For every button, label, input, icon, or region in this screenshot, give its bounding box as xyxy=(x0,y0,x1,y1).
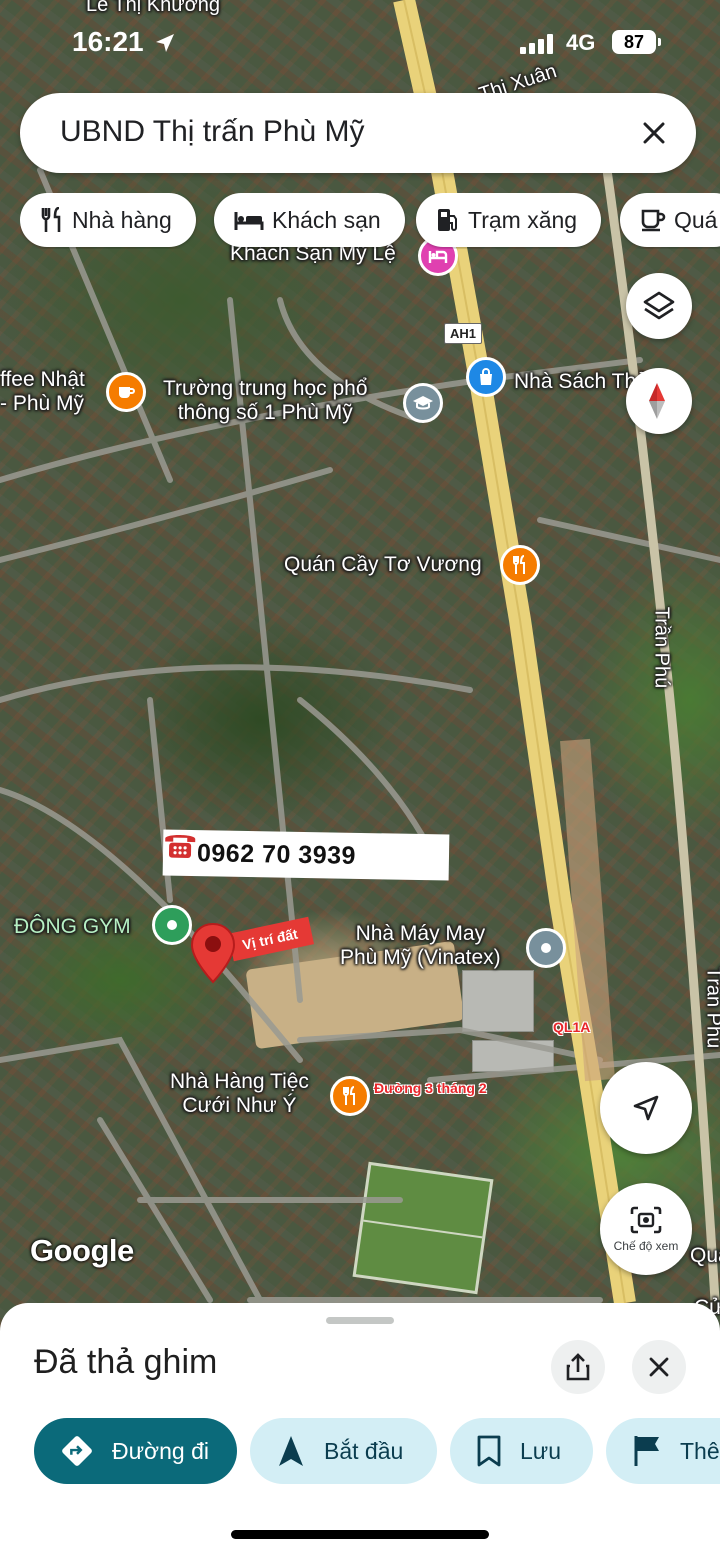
coffee-icon xyxy=(641,209,666,232)
place-label-factory: Nhà Máy May Phù Mỹ (Vinatex) xyxy=(340,922,501,970)
road-shield-ah1: AH1 xyxy=(444,323,483,344)
close-icon[interactable] xyxy=(636,115,672,151)
bottom-sheet: Đã thả ghim Đường đi Bắt đầu Lưu Thê xyxy=(0,1303,720,1554)
coffee-marker-icon[interactable] xyxy=(106,372,146,412)
place-label-coffee: ffee Nhật - Phù Mỹ xyxy=(0,368,85,416)
school-label-line: Trường trung học phổ xyxy=(163,377,368,400)
chip-hotels[interactable]: Khách sạn xyxy=(214,193,405,247)
location-arrow-icon xyxy=(154,32,176,59)
label-button[interactable]: Thê xyxy=(606,1418,720,1484)
coffee-label-line: - Phù Mỹ xyxy=(0,392,85,416)
status-bar: 16:21 4G 87 xyxy=(0,24,720,64)
chip-restaurants[interactable]: Nhà hàng xyxy=(20,193,196,247)
search-query[interactable]: UBND Thị trấn Phù Mỹ xyxy=(60,115,365,149)
search-bar[interactable]: UBND Thị trấn Phù Mỹ xyxy=(20,93,696,173)
coffee-label-line: ffee Nhật xyxy=(0,368,85,391)
flag-icon xyxy=(634,1436,659,1466)
place-label-school: Trường trung học phổ thông số 1 Phù Mỹ xyxy=(163,377,368,425)
factory-marker-icon[interactable] xyxy=(526,928,566,968)
restaurant-marker-icon[interactable] xyxy=(500,545,540,585)
action-label: Bắt đầu xyxy=(324,1437,404,1464)
chip-label: Quá xyxy=(674,206,718,233)
gas-station-icon xyxy=(438,209,457,231)
network-type: 4G xyxy=(566,30,596,55)
place-label-wedding: Nhà Hàng Tiệc Cưới Như Ý xyxy=(170,1070,309,1118)
navigation-icon xyxy=(279,1436,303,1466)
school-label-line: thông số 1 Phù Mỹ xyxy=(177,401,353,425)
cellular-signal-icon xyxy=(520,32,553,54)
sheet-title: Đã thả ghim xyxy=(34,1343,218,1381)
share-icon xyxy=(566,1353,590,1381)
place-label-restaurant: Quán Cầy Tơ Vương xyxy=(284,553,482,576)
status-time: 16:21 xyxy=(72,26,144,57)
phone-number: 0962 70 3939 xyxy=(196,838,357,870)
view-mode-button[interactable]: Chế độ xem xyxy=(600,1183,692,1275)
hotel-icon xyxy=(234,212,264,230)
street-label: Trần Phú xyxy=(702,966,720,1049)
street-label: Đường 3 tháng 2 xyxy=(374,1080,487,1096)
chip-gas-stations[interactable]: Trạm xăng xyxy=(416,193,602,247)
factory-label-line: Nhà Máy May xyxy=(355,922,486,945)
factory-label-line: Phù Mỹ (Vinatex) xyxy=(340,946,501,970)
close-icon xyxy=(649,1357,669,1377)
home-indicator[interactable] xyxy=(231,1530,489,1539)
battery-icon: 87 xyxy=(612,30,656,54)
layers-icon xyxy=(643,291,675,320)
place-label-edge: Quán xyxy=(690,1244,720,1267)
action-label: Đường đi xyxy=(112,1437,209,1464)
layers-button[interactable] xyxy=(626,273,692,339)
compass-button[interactable] xyxy=(626,368,692,434)
google-logo: Google xyxy=(30,1233,134,1268)
road-shield-ql1a: QL1A xyxy=(553,1019,591,1035)
chip-label: Trạm xăng xyxy=(468,206,578,233)
chip-coffee[interactable]: Quá xyxy=(620,193,720,247)
chip-label: Nhà hàng xyxy=(72,206,172,233)
shopping-marker-icon[interactable] xyxy=(466,357,506,397)
my-location-button[interactable] xyxy=(600,1062,692,1154)
battery-cap xyxy=(658,38,661,46)
bookmark-icon xyxy=(477,1435,501,1467)
restaurant-marker-icon[interactable] xyxy=(330,1076,370,1116)
directions-button[interactable]: Đường đi xyxy=(34,1418,237,1484)
directions-icon xyxy=(62,1436,92,1466)
restaurant-icon xyxy=(41,207,61,232)
street-label: Lê Thị Khương xyxy=(86,0,220,16)
close-sheet-button[interactable] xyxy=(632,1340,686,1394)
action-label: Thê xyxy=(680,1437,720,1464)
phone-banner: 0962 70 3939 xyxy=(162,829,450,881)
start-button[interactable]: Bắt đầu xyxy=(250,1418,437,1484)
wedding-label-line: Cưới Như Ý xyxy=(182,1094,297,1118)
navigation-arrow-icon xyxy=(633,1095,659,1121)
chip-label: Khách sạn xyxy=(272,206,381,233)
gym-marker-icon[interactable] xyxy=(152,905,192,945)
wedding-label-line: Nhà Hàng Tiệc xyxy=(170,1070,309,1093)
sheet-drag-handle[interactable] xyxy=(326,1317,394,1324)
street-label: Trần Phú xyxy=(650,606,673,689)
compass-icon xyxy=(649,383,665,419)
category-chips: Nhà hàng Khách sạn Trạm xăng Quá xyxy=(20,193,720,249)
save-button[interactable]: Lưu xyxy=(450,1418,593,1484)
view-mode-label: Chế độ xem xyxy=(613,1239,679,1253)
place-label-gym: ĐÔNG GYM xyxy=(14,915,131,938)
action-label: Lưu xyxy=(520,1437,561,1464)
action-buttons: Đường đi Bắt đầu Lưu Thê xyxy=(0,1415,720,1485)
camera-scan-icon xyxy=(630,1206,662,1234)
share-button[interactable] xyxy=(551,1340,605,1394)
school-marker-icon[interactable] xyxy=(403,383,443,423)
